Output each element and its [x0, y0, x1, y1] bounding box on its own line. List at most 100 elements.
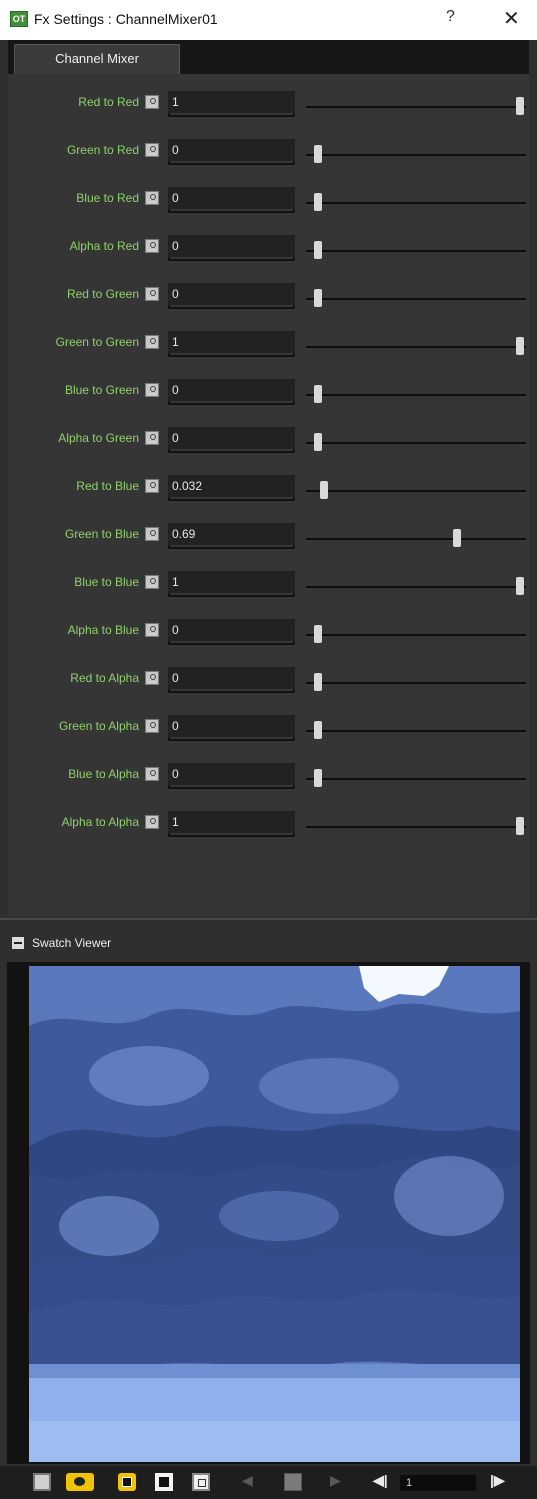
close-button[interactable]: ✕	[503, 6, 520, 31]
param-row: Red to Alpha 0	[8, 650, 529, 698]
param-value-field[interactable]: 0	[168, 187, 295, 209]
keyframe-icon[interactable]	[145, 527, 159, 541]
keyframe-icon[interactable]	[145, 623, 159, 637]
slider-thumb[interactable]	[516, 817, 524, 835]
param-slider[interactable]	[306, 433, 526, 451]
slider-thumb[interactable]	[314, 385, 322, 403]
first-frame-button[interactable]: ◀|	[373, 1472, 391, 1490]
param-row: Blue to Green 0	[8, 362, 529, 410]
param-slider[interactable]	[306, 97, 526, 115]
param-value-field[interactable]: 0	[168, 667, 295, 689]
preview-eye-toggle-icon[interactable]	[66, 1473, 94, 1491]
keyframe-icon[interactable]	[145, 191, 159, 205]
param-slider[interactable]	[306, 145, 526, 163]
param-value-field[interactable]: 0	[168, 283, 295, 305]
slider-thumb[interactable]	[314, 289, 322, 307]
slider-thumb[interactable]	[314, 625, 322, 643]
black-bg-toggle-icon[interactable]	[155, 1473, 173, 1491]
frame-number-field[interactable]: 1	[400, 1475, 476, 1491]
param-value-field[interactable]: 0.69	[168, 523, 295, 545]
panel-divider[interactable]	[0, 918, 537, 920]
param-slider[interactable]	[306, 289, 526, 307]
slider-thumb[interactable]	[314, 145, 322, 163]
param-value-field[interactable]: 0	[168, 763, 295, 785]
param-slider[interactable]	[306, 673, 526, 691]
viewer-toolbar: ◀ ▶ ◀| 1 |▶	[0, 1466, 537, 1499]
param-value-field[interactable]: 1	[168, 91, 295, 113]
safe-area-toggle-icon[interactable]	[192, 1473, 210, 1491]
param-value-field[interactable]: 0.032	[168, 475, 295, 497]
last-frame-button[interactable]: |▶	[490, 1472, 508, 1490]
param-value-field[interactable]: 0	[168, 427, 295, 449]
keyframe-icon[interactable]	[145, 431, 159, 445]
param-row: Red to Green 0	[8, 266, 529, 314]
keyframe-icon[interactable]	[145, 335, 159, 349]
slider-thumb[interactable]	[320, 481, 328, 499]
param-slider[interactable]	[306, 817, 526, 835]
param-slider[interactable]	[306, 625, 526, 643]
field-underline	[168, 113, 295, 117]
param-value-field[interactable]: 0	[168, 715, 295, 737]
param-row: Alpha to Green 0	[8, 410, 529, 458]
field-underline	[168, 209, 295, 213]
keyframe-icon[interactable]	[145, 719, 159, 733]
param-label: Blue to Red	[76, 191, 139, 205]
swatch-preview-image[interactable]	[29, 966, 520, 1462]
param-label: Blue to Alpha	[68, 767, 139, 781]
swatch-viewer	[7, 962, 530, 1464]
slider-thumb[interactable]	[314, 769, 322, 787]
slider-thumb[interactable]	[314, 721, 322, 739]
slider-thumb[interactable]	[314, 241, 322, 259]
checkerboard-toggle-icon[interactable]	[33, 1473, 51, 1491]
field-underline	[168, 305, 295, 309]
keyframe-icon[interactable]	[145, 575, 159, 589]
tab-bar: Channel Mixer	[8, 40, 529, 74]
slider-thumb[interactable]	[516, 577, 524, 595]
param-slider[interactable]	[306, 721, 526, 739]
slider-thumb[interactable]	[516, 97, 524, 115]
slider-thumb[interactable]	[453, 529, 461, 547]
field-underline	[168, 689, 295, 693]
slider-thumb[interactable]	[516, 337, 524, 355]
param-value-field[interactable]: 0	[168, 379, 295, 401]
param-value-field[interactable]: 1	[168, 571, 295, 593]
param-slider[interactable]	[306, 337, 526, 355]
param-value-field[interactable]: 1	[168, 811, 295, 833]
keyframe-icon[interactable]	[145, 767, 159, 781]
keyframe-icon[interactable]	[145, 815, 159, 829]
param-slider[interactable]	[306, 193, 526, 211]
keyframe-icon[interactable]	[145, 671, 159, 685]
slider-thumb[interactable]	[314, 193, 322, 211]
key-icon[interactable]	[284, 1473, 302, 1491]
prev-key-button[interactable]: ◀	[242, 1472, 260, 1490]
slider-thumb[interactable]	[314, 433, 322, 451]
param-value-field[interactable]: 0	[168, 139, 295, 161]
keyframe-icon[interactable]	[145, 287, 159, 301]
title-bar: OT Fx Settings : ChannelMixer01 ? ✕	[0, 0, 537, 40]
field-underline	[168, 785, 295, 789]
camera-frame-toggle-icon[interactable]	[118, 1473, 136, 1491]
param-slider[interactable]	[306, 481, 526, 499]
field-underline	[168, 401, 295, 405]
window-title: Fx Settings : ChannelMixer01	[34, 11, 218, 27]
keyframe-icon[interactable]	[145, 383, 159, 397]
keyframe-icon[interactable]	[145, 143, 159, 157]
param-value-field[interactable]: 0	[168, 619, 295, 641]
param-slider[interactable]	[306, 385, 526, 403]
param-value-field[interactable]: 0	[168, 235, 295, 257]
param-slider[interactable]	[306, 241, 526, 259]
keyframe-icon[interactable]	[145, 95, 159, 109]
collapse-button[interactable]	[12, 937, 24, 949]
param-slider[interactable]	[306, 769, 526, 787]
slider-thumb[interactable]	[314, 673, 322, 691]
param-slider[interactable]	[306, 529, 526, 547]
keyframe-icon[interactable]	[145, 239, 159, 253]
keyframe-icon[interactable]	[145, 479, 159, 493]
tab-channel-mixer[interactable]: Channel Mixer	[14, 44, 180, 74]
param-row: Blue to Red 0	[8, 170, 529, 218]
field-underline	[168, 641, 295, 645]
help-button[interactable]: ?	[446, 8, 455, 26]
next-key-button[interactable]: ▶	[330, 1472, 348, 1490]
param-slider[interactable]	[306, 577, 526, 595]
param-value-field[interactable]: 1	[168, 331, 295, 353]
